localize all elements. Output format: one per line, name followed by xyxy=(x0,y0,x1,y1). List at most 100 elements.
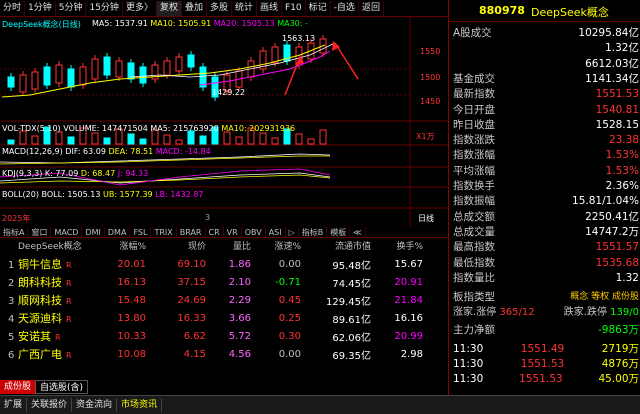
row-name-cell: 5 安诺其 R xyxy=(0,328,86,344)
toolbar-item[interactable]: 返回 xyxy=(359,0,384,16)
market-value: 89.61亿 xyxy=(332,314,371,326)
macd-label: MACD(12,26,9) xyxy=(2,147,63,156)
toolbar-item[interactable]: 叠加 xyxy=(182,0,207,16)
col-volume-ratio[interactable]: 量比 xyxy=(206,239,251,253)
status-expand[interactable]: 扩展 xyxy=(0,398,28,412)
tick-time: 11:30 xyxy=(453,343,484,355)
status-bar: 扩展 关联报价 资金流向 市场资讯 xyxy=(0,395,640,414)
indicator-tab[interactable]: TRIX xyxy=(151,227,177,237)
indicator-tab[interactable]: FSL xyxy=(130,227,152,237)
boll-label-row: BOLL(20) BOLL: 1505.13 UB: 1577.39 LB: 1… xyxy=(2,190,203,199)
col-market-value[interactable]: 流通市值 xyxy=(301,239,371,253)
indicator-tab[interactable]: ▷ xyxy=(286,227,299,237)
year-label: 2025年 xyxy=(2,214,31,223)
quote-row: 总成交额 2250.41亿 xyxy=(453,210,639,224)
table-row[interactable]: 4 天源迪科 R 13.80 16.33 3.66 0.25 89.61亿 16.1… xyxy=(0,309,448,327)
table-row[interactable]: 2 朗科科技 R 16.13 37.15 2.10 -0.71 74.45亿 20.… xyxy=(0,273,448,291)
row-name-cell: 1 铜牛信息 R xyxy=(0,256,86,272)
status-related-quotes[interactable]: 关联报价 xyxy=(27,398,73,412)
status-fund-flow[interactable]: 资金流向 xyxy=(72,398,118,412)
quote-row: 总成交量 14747.2万 xyxy=(453,225,639,239)
toolbar-item[interactable]: -自选 xyxy=(331,0,359,16)
tab-constituents[interactable]: 成份股 xyxy=(0,380,36,394)
quote-row: 最低指数 1535.68 xyxy=(453,256,639,270)
indicator-tab[interactable]: DMI xyxy=(82,227,105,237)
table-row[interactable]: 1 铜牛信息 R 20.01 69.10 1.86 0.00 95.48亿 15.6… xyxy=(0,255,448,273)
indicator-tab[interactable]: 指标A xyxy=(0,227,29,237)
quote-label: 指数量比 xyxy=(453,271,495,284)
quote-label: 指数振幅 xyxy=(453,195,495,208)
change-pct: 16.13 xyxy=(117,276,146,288)
turnover: 2.98 xyxy=(400,348,423,360)
indicator-tab[interactable]: ≪ xyxy=(350,227,366,237)
kline-chart-panel[interactable]: DeepSeek概念(日线) MA5: 1537.91 MA10: 1505.9… xyxy=(0,17,448,227)
indicator-tab[interactable]: ASI xyxy=(266,227,286,237)
kdj-j: J: 94.33 xyxy=(117,169,149,178)
kdj-label-row: KDJ(9,3,3) K: 77.09 D: 68.47 J: 94.33 xyxy=(2,169,148,178)
macd-value: MACD: -14.84 xyxy=(155,147,211,156)
quote-row: 今日开盘 1540.81 xyxy=(453,103,639,117)
toolbar-item[interactable]: 更多〉 xyxy=(123,0,157,16)
indicator-tab[interactable]: DMA xyxy=(105,227,131,237)
price: 24.69 xyxy=(177,294,206,306)
high-price-label: 1563.13 xyxy=(282,34,316,43)
quote-row: 最高指数 1551.57 xyxy=(453,240,639,254)
quote-row: 6612.03亿 xyxy=(453,57,639,71)
toolbar-item[interactable]: 画线 xyxy=(257,0,283,16)
col-price[interactable]: 现价 xyxy=(146,239,206,253)
col-speed[interactable]: 涨速% xyxy=(251,239,301,253)
tick-price: 1551.53 xyxy=(520,358,565,370)
period-label: 日线 xyxy=(418,214,434,223)
toolbar-item[interactable]: 复权 xyxy=(156,0,182,16)
col-turnover[interactable]: 换手% xyxy=(371,239,423,253)
volume-ratio: 2.10 xyxy=(228,276,251,288)
toolbar-item[interactable]: 5分钟 xyxy=(56,0,87,16)
table-row[interactable]: 3 顺网科技 R 15.48 24.69 2.29 0.45 129.45亿 21.… xyxy=(0,291,448,309)
price: 37.15 xyxy=(177,276,206,288)
indicator-tab[interactable]: CR xyxy=(206,227,224,237)
stock-name: 铜牛信息 xyxy=(18,258,62,271)
axis-tick: 1550 xyxy=(420,47,441,56)
board-type-value: 概念 等权 成份股 xyxy=(570,292,639,302)
quote-label: 总成交量 xyxy=(453,225,495,238)
indicator-tab[interactable]: 指标B xyxy=(299,227,328,237)
index-code: 880978 xyxy=(479,4,525,17)
indicator-tab[interactable]: BRAR xyxy=(177,227,206,237)
stock-name: 顺网科技 xyxy=(18,294,62,307)
volume-ratio: 5.72 xyxy=(228,330,251,342)
ma5-label: MA5: 1537.91 xyxy=(92,19,148,28)
toolbar-item[interactable]: F10 xyxy=(282,0,306,16)
toolbar-item[interactable]: 分时 xyxy=(0,0,26,16)
indicator-tab[interactable]: 窗口 xyxy=(28,227,52,237)
col-change[interactable]: 涨幅% xyxy=(86,239,146,253)
quote-row: 指数振幅 15.81/1.04% xyxy=(453,194,639,208)
indicator-tab[interactable]: OBV xyxy=(242,227,266,237)
price: 6.62 xyxy=(183,330,206,342)
indicator-tab[interactable]: VR xyxy=(224,227,242,237)
table-row[interactable]: 5 安诺其 R 10.33 6.62 5.72 0.30 62.06亿 20.99 xyxy=(0,327,448,345)
quote-value: 6612.03亿 xyxy=(585,57,639,70)
quote-label: 指数涨幅 xyxy=(453,149,495,162)
axis-tick: 1500 xyxy=(420,73,441,82)
vol-values: VOLUME: 147471504 MA5: 215763920 xyxy=(63,124,219,133)
toolbar-item[interactable]: 1分钟 xyxy=(25,0,56,16)
r-flag: R xyxy=(66,297,72,306)
toolbar-item[interactable]: 标记 xyxy=(306,0,331,16)
table-row[interactable]: 6 广西广电 R 10.08 4.15 4.56 0.00 69.35亿 2.98 xyxy=(0,345,448,363)
table-header: DeepSeek概念 涨幅% 现价 量比 涨速% 流通市值 换手% xyxy=(0,239,448,253)
tab-watchlist[interactable]: 自选股(含) xyxy=(35,380,89,394)
tick-volume: 45.00万 xyxy=(598,373,639,385)
vol-label: VOL-TDX(5,10) xyxy=(2,124,61,133)
toolbar-item[interactable]: 统计 xyxy=(232,0,258,16)
status-market-news[interactable]: 市场资讯 xyxy=(117,398,163,412)
quote-value: 2.36% xyxy=(605,180,639,192)
r-flag: R xyxy=(66,351,72,360)
toolbar-item[interactable]: 15分钟 xyxy=(86,0,123,16)
indicator-tab[interactable]: MACD xyxy=(51,227,83,237)
boll-label: BOLL(20) xyxy=(2,190,39,199)
updown-row: 涨家.涨停 365/12 跌家.跌停 139/0 xyxy=(453,306,639,320)
col-name[interactable]: DeepSeek概念 xyxy=(0,239,86,253)
toolbar-item[interactable]: 多股 xyxy=(207,0,232,16)
tick-price: 1551.53 xyxy=(519,373,563,385)
indicator-tab[interactable]: 模板 xyxy=(327,227,351,237)
